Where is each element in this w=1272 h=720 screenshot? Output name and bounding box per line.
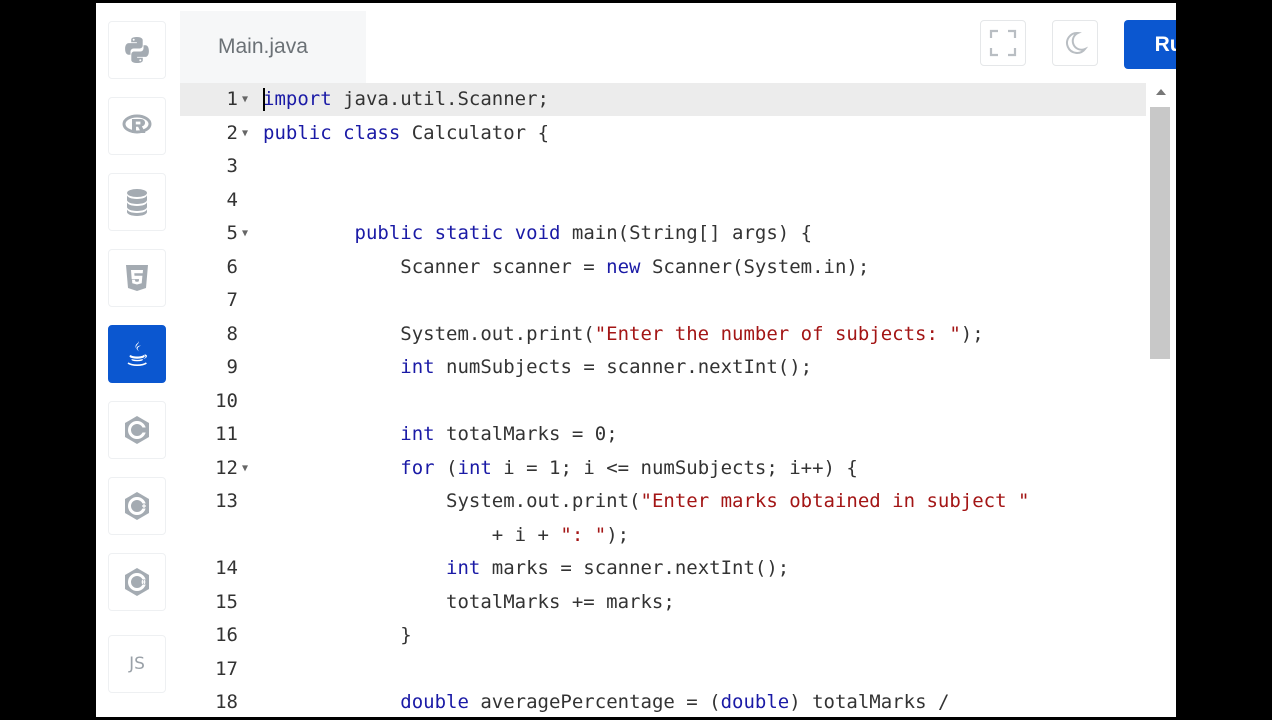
language-csharp-button[interactable] [108, 553, 166, 611]
c-icon [125, 416, 149, 444]
scrollbar-thumb[interactable] [1150, 107, 1170, 359]
line-number: 10 [215, 389, 238, 412]
line-number: 13 [215, 490, 238, 512]
code-line: double averagePercentage = (double) tota… [400, 691, 950, 713]
code-line: totalMarks += marks; [263, 590, 675, 613]
line-number: 8 [226, 322, 238, 345]
code-line: int numSubjects = scanner.nextInt(); [400, 356, 813, 378]
file-tab-label: Main.java [218, 35, 308, 58]
code-line: for (int i = 1; i <= numSubjects; i++) { [400, 456, 858, 479]
code-editor[interactable]: 1 2 3 4 5 6 7 8 9 10 11 12 13 14 15 16 1… [180, 83, 1176, 717]
language-javascript-button[interactable]: JS [108, 635, 166, 693]
line-number: 3 [226, 155, 238, 177]
line-number: 4 [226, 188, 238, 211]
code-line: System.out.print("Enter marks obtained i… [263, 490, 1030, 512]
scroll-up-arrow-icon[interactable] [1156, 89, 1166, 95]
sql-icon [127, 189, 147, 216]
java-icon [127, 341, 147, 367]
fold-toggle-icon[interactable]: ▼ [242, 452, 252, 485]
line-number: 5 [226, 222, 238, 244]
line-number [180, 519, 238, 552]
r-icon [122, 114, 152, 134]
vertical-scrollbar[interactable] [1146, 83, 1176, 717]
line-number: 1 [226, 88, 238, 110]
code-line: + i + ": "); [263, 523, 630, 546]
text-cursor [263, 88, 265, 111]
line-number: 17 [215, 657, 238, 680]
line-number: 14 [215, 557, 238, 579]
code-line: int totalMarks = 0; [400, 423, 618, 445]
line-number: 11 [215, 423, 238, 445]
moon-icon [1066, 31, 1088, 54]
line-number: 7 [226, 289, 238, 311]
code-line: public class Calculator { [263, 121, 550, 144]
javascript-icon: JS [129, 654, 145, 674]
line-number: 16 [215, 624, 238, 646]
line-number: 6 [226, 255, 238, 278]
cpp-icon [125, 492, 149, 520]
code-line: } [263, 624, 412, 646]
file-tab-main-java[interactable]: Main.java [180, 11, 366, 83]
language-python-button[interactable] [108, 21, 166, 79]
line-number: 12 [215, 456, 238, 479]
language-c-button[interactable] [108, 401, 166, 459]
code-editor-app: JS Main.java Run 1 2 3 4 5 6 7 8 9 10 11… [96, 3, 1176, 717]
code-line: public static void main(String[] args) { [354, 222, 813, 244]
language-sidebar: JS [96, 3, 181, 717]
line-number: 15 [215, 590, 238, 613]
language-r-button[interactable] [108, 97, 166, 155]
line-number: 9 [226, 356, 238, 378]
code-line: import java.util.Scanner; [263, 88, 549, 110]
code-line: Scanner scanner = new Scanner(System.in)… [263, 255, 870, 278]
fold-toggle-icon[interactable]: ▼ [242, 217, 252, 250]
language-sql-button[interactable] [108, 173, 166, 231]
code-line: int marks = scanner.nextInt(); [446, 557, 790, 579]
fold-toggle-icon[interactable]: ▼ [242, 117, 252, 150]
html5-icon [126, 265, 148, 291]
fullscreen-button[interactable] [980, 20, 1026, 66]
language-html-button[interactable] [108, 249, 166, 307]
code-line: System.out.print("Enter the number of su… [263, 322, 984, 345]
python-icon [125, 37, 149, 63]
dark-mode-toggle-button[interactable] [1052, 20, 1098, 66]
run-button[interactable]: Run [1124, 20, 1176, 69]
fold-toggle-icon[interactable]: ▼ [242, 83, 252, 116]
line-number: 18 [215, 691, 238, 713]
editor-header: Main.java Run [180, 3, 1176, 83]
line-number: 2 [226, 121, 238, 144]
language-cpp-button[interactable] [108, 477, 166, 535]
csharp-icon [125, 568, 149, 596]
fullscreen-icon [989, 29, 1017, 57]
language-java-button[interactable] [108, 325, 166, 383]
